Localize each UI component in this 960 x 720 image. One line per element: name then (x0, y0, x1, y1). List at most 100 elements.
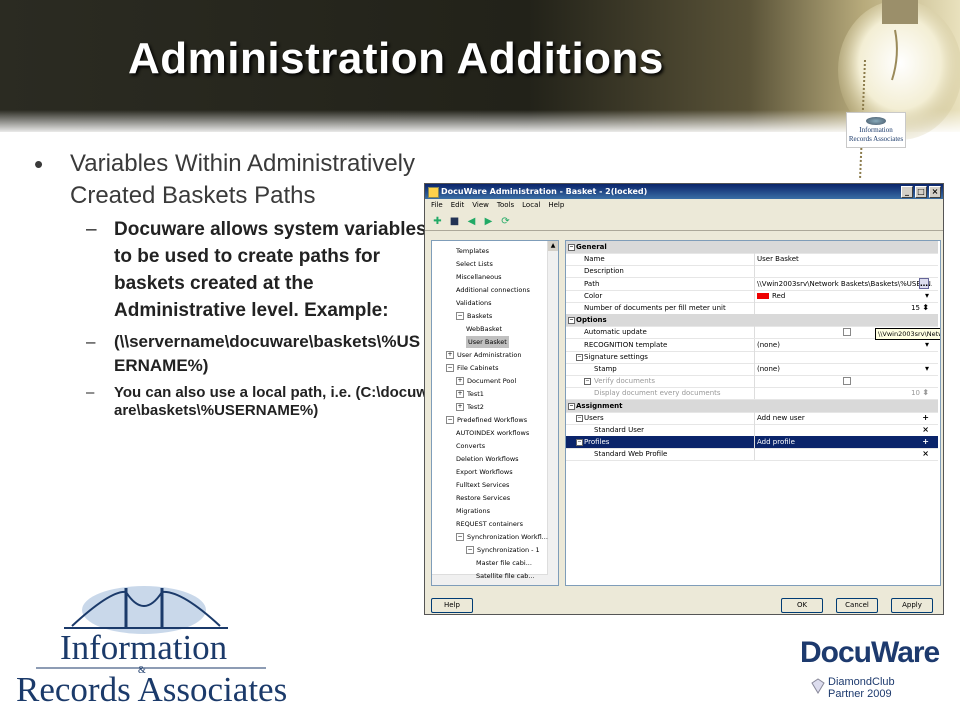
menu-file[interactable]: File (431, 199, 443, 212)
property-row[interactable]: Path \\Vwin2003srv\Network Baskets\Basket… (566, 277, 938, 291)
property-value[interactable] (754, 350, 932, 363)
property-row[interactable]: Name User Basket (566, 253, 938, 267)
collapse-icon[interactable]: − (456, 533, 464, 541)
tree-item[interactable]: + User Administration (446, 349, 521, 361)
property-value[interactable]: Add new user + (754, 411, 932, 424)
tree-item[interactable]: − Synchronization Workfl... (456, 531, 548, 543)
property-row[interactable]: − Profiles Add profile + (566, 436, 938, 450)
refresh-icon[interactable]: ⟳ (499, 215, 512, 228)
property-row[interactable]: Standard User × (566, 424, 938, 437)
dropdown-arrow-icon[interactable]: ▾ (925, 339, 929, 351)
menu-local[interactable]: Local (522, 199, 540, 212)
property-row[interactable]: − Verify documents (566, 375, 938, 389)
property-value[interactable]: Add profile + (754, 436, 932, 449)
tree-item[interactable]: Select Lists (456, 258, 493, 270)
browse-icon[interactable]: … (919, 277, 929, 289)
tree-item[interactable]: + Document Pool (456, 375, 516, 387)
ok-button[interactable]: OK (781, 598, 823, 613)
property-value[interactable]: 10 ⬍ (754, 387, 932, 400)
collapse-icon[interactable]: − (568, 244, 575, 251)
checkbox[interactable] (843, 377, 851, 386)
spinner-icon[interactable]: ⬍ (922, 302, 929, 314)
menu-view[interactable]: View (472, 199, 489, 212)
property-value[interactable]: × (754, 448, 932, 461)
tree-item[interactable]: Converts (456, 440, 485, 452)
collapse-icon[interactable]: − (584, 378, 591, 386)
property-value[interactable]: (none) ▾ (754, 363, 932, 375)
tree-item[interactable]: Templates (456, 245, 489, 257)
property-value[interactable]: Red ▾ (754, 289, 932, 302)
add-icon[interactable]: + (922, 436, 929, 448)
tree-item[interactable]: Restore Services (456, 492, 510, 504)
property-category[interactable]: − Options (566, 314, 938, 328)
tree-vertical-scrollbar[interactable]: ▲ (547, 241, 558, 585)
expand-icon[interactable]: + (446, 351, 454, 359)
collapse-icon[interactable]: − (446, 416, 454, 424)
property-row[interactable]: RECOGNITION template (none) ▾ (566, 338, 938, 352)
tree-item[interactable]: Fulltext Services (456, 479, 509, 491)
property-value[interactable] (754, 375, 932, 388)
new-icon[interactable]: ✚ (431, 215, 444, 228)
tree-item[interactable]: WebBasket (466, 323, 502, 335)
tree-item[interactable]: Export Workflows (456, 466, 513, 478)
property-row[interactable]: Standard Web Profile × (566, 448, 938, 462)
property-row[interactable]: Description (566, 265, 938, 279)
property-value[interactable] (754, 265, 932, 278)
tree-item[interactable]: User Basket (466, 336, 509, 348)
tree-item[interactable]: Deletion Workflows (456, 453, 519, 465)
tree-item[interactable]: Validations (456, 297, 491, 309)
collapse-icon[interactable]: − (576, 439, 583, 447)
property-row[interactable]: Stamp (none) ▾ (566, 363, 938, 376)
dropdown-arrow-icon[interactable]: ▾ (925, 363, 929, 375)
save-icon[interactable]: ■ (448, 215, 461, 228)
dialog-titlebar[interactable]: DocuWare Administration - Basket - 2(loc… (425, 184, 943, 199)
collapse-icon[interactable]: − (466, 546, 474, 554)
property-value[interactable]: × (754, 424, 932, 436)
property-row[interactable]: Color Red ▾ (566, 289, 938, 303)
collapse-icon[interactable]: − (568, 317, 575, 325)
property-value[interactable]: \\Vwin2003srv\Network Baskets\Baskets\%U… (754, 277, 932, 290)
property-category[interactable]: − General (566, 241, 938, 254)
minimize-icon[interactable]: _ (901, 186, 913, 198)
menu-help[interactable]: Help (548, 199, 564, 212)
property-row[interactable]: Number of documents per fill meter unit 1… (566, 302, 938, 315)
tree-item[interactable]: − File Cabinets (446, 362, 498, 374)
tree-item[interactable]: Miscellaneous (456, 271, 502, 283)
tree-item[interactable]: AUTOINDEX workflows (456, 427, 529, 439)
close-icon[interactable]: × (929, 186, 941, 198)
tree-item[interactable]: Master file cabi... (476, 557, 532, 569)
remove-icon[interactable]: × (922, 448, 929, 460)
checkbox[interactable] (843, 328, 851, 337)
collapse-icon[interactable]: − (576, 353, 583, 361)
add-icon[interactable]: + (922, 412, 929, 424)
tree-item[interactable]: − Baskets (456, 310, 492, 322)
dropdown-arrow-icon[interactable]: ▾ (925, 290, 929, 302)
tree-item[interactable]: + Test2 (456, 401, 484, 413)
tree-item[interactable]: Migrations (456, 505, 490, 517)
tree-item[interactable]: − Predefined Workflows (446, 414, 527, 426)
apply-button[interactable]: Apply (891, 598, 933, 613)
back-arrow-icon[interactable]: ◀ (465, 215, 478, 228)
help-button[interactable]: Help (431, 598, 473, 613)
property-row[interactable]: Display document every documents 10 ⬍ (566, 387, 938, 401)
collapse-icon[interactable]: − (446, 364, 454, 372)
tree-item[interactable]: REQUEST containers (456, 518, 523, 530)
remove-icon[interactable]: × (922, 424, 929, 436)
menu-tools[interactable]: Tools (497, 199, 514, 212)
maximize-icon[interactable]: □ (915, 186, 927, 198)
expand-icon[interactable]: + (456, 390, 464, 398)
expand-icon[interactable]: + (456, 403, 464, 411)
menu-edit[interactable]: Edit (451, 199, 465, 212)
tree-item[interactable]: + Test1 (456, 388, 484, 400)
collapse-icon[interactable]: − (456, 312, 464, 320)
property-row[interactable]: − Users Add new user + (566, 411, 938, 425)
property-value[interactable]: 15 ⬍ (754, 302, 932, 314)
property-value[interactable]: User Basket (754, 253, 932, 266)
collapse-icon[interactable]: − (576, 414, 583, 422)
cancel-button[interactable]: Cancel (836, 598, 878, 613)
tree-item[interactable]: − Synchronization - 1 (466, 544, 540, 556)
expand-icon[interactable]: + (456, 377, 464, 385)
collapse-icon[interactable]: − (568, 402, 575, 410)
property-category[interactable]: − Assignment (566, 399, 938, 413)
scroll-up-icon[interactable]: ▲ (548, 241, 558, 251)
